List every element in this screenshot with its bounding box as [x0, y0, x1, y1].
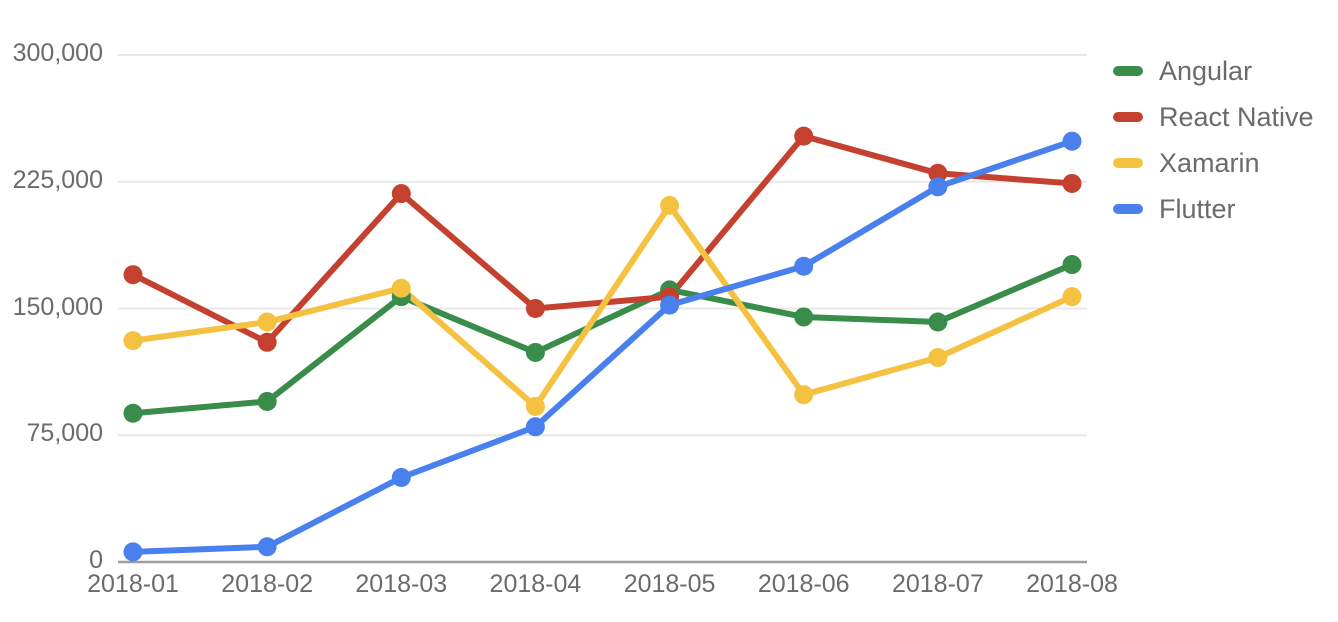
data-point[interactable]	[257, 332, 277, 352]
legend-swatch-icon	[1113, 66, 1143, 76]
legend-item-angular[interactable]: Angular	[1113, 48, 1338, 94]
y-axis-tick-label: 150,000	[12, 292, 103, 321]
y-axis-tick-label: 300,000	[12, 39, 103, 67]
data-point[interactable]	[660, 195, 680, 215]
data-point[interactable]	[123, 265, 143, 285]
data-point[interactable]	[794, 385, 814, 405]
data-point[interactable]	[660, 295, 680, 315]
data-point[interactable]	[525, 299, 545, 318]
data-point[interactable]	[928, 312, 948, 332]
legend-item-xamarin[interactable]: Xamarin	[1113, 140, 1338, 186]
data-point[interactable]	[1062, 255, 1082, 275]
x-axis-tick-label: 2018-08	[1026, 570, 1118, 598]
data-point[interactable]	[391, 468, 411, 487]
data-point[interactable]	[391, 184, 411, 204]
data-point[interactable]	[525, 397, 545, 417]
data-point[interactable]	[525, 417, 545, 437]
data-point[interactable]	[928, 177, 948, 197]
data-point[interactable]	[1062, 287, 1082, 307]
data-point[interactable]	[928, 348, 948, 368]
legend-swatch-icon	[1113, 158, 1143, 168]
data-point[interactable]	[794, 256, 814, 276]
data-point[interactable]	[1062, 173, 1082, 193]
y-axis-tick-label: 75,000	[26, 419, 103, 448]
data-point[interactable]	[794, 126, 814, 146]
data-point[interactable]	[525, 342, 545, 362]
series-points	[123, 126, 1082, 562]
y-axis-tick-label: 225,000	[12, 165, 103, 194]
data-point[interactable]	[1062, 131, 1082, 151]
legend-swatch-icon	[1113, 204, 1143, 214]
data-point[interactable]	[123, 331, 143, 351]
legend-item-label: React Native	[1159, 101, 1314, 132]
data-point[interactable]	[257, 391, 277, 411]
legend-item-label: Flutter	[1159, 193, 1236, 224]
data-point[interactable]	[257, 312, 277, 332]
gridlines	[118, 54, 1087, 437]
legend-item-react-native[interactable]: React Native	[1113, 94, 1338, 140]
data-point[interactable]	[123, 403, 143, 423]
data-point[interactable]	[123, 542, 143, 562]
series-line-xamarin	[130, 202, 1075, 410]
chart-legend: Angular React Native Xamarin Flutter	[1113, 48, 1338, 232]
data-point[interactable]	[391, 278, 411, 298]
line-chart: 300,000 225,000 150,000 75,000 0 2018-01 2018…	[0, 0, 1338, 622]
legend-item-flutter[interactable]: Flutter	[1113, 186, 1338, 232]
data-point[interactable]	[794, 307, 814, 327]
legend-item-label: Xamarin	[1159, 147, 1260, 178]
legend-item-label: Angular	[1159, 55, 1253, 86]
legend-swatch-icon	[1113, 112, 1143, 122]
data-point[interactable]	[257, 537, 277, 557]
